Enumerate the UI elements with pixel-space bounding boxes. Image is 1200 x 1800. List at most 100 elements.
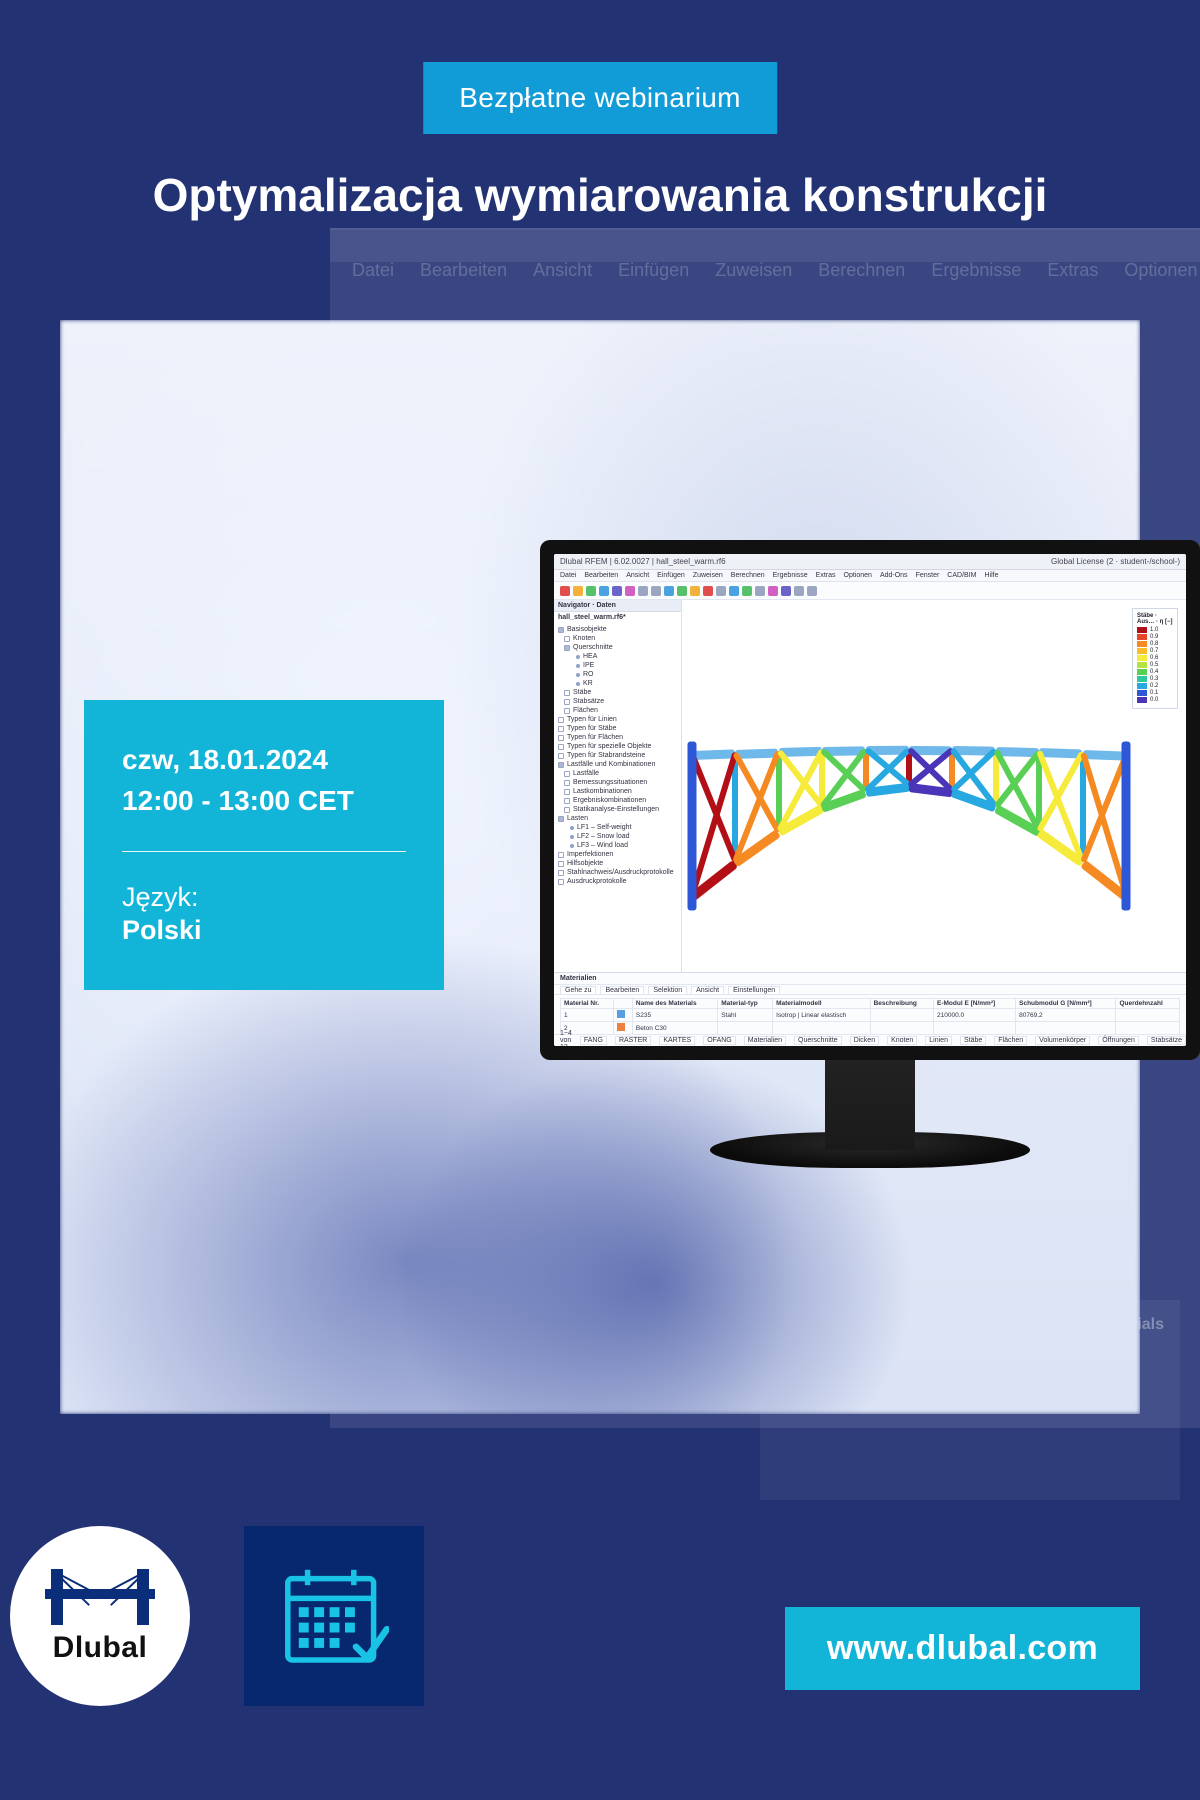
toolbar-icon[interactable] [573, 586, 583, 596]
app-menu-item[interactable]: Einfügen [657, 572, 685, 579]
table-cell [1016, 1022, 1116, 1035]
nav-tree-item[interactable]: Knoten [558, 634, 681, 643]
nav-tree-item[interactable]: Querschnitte [558, 643, 681, 652]
toolbar-icon[interactable] [612, 586, 622, 596]
nav-tree-item[interactable]: RO [558, 670, 681, 679]
toolbar-icon[interactable] [664, 586, 674, 596]
toolbar-icon[interactable] [703, 586, 713, 596]
nav-tree-item[interactable]: Ergebniskombinationen [558, 796, 681, 805]
table-row[interactable]: 2Beton C30 [561, 1022, 1180, 1035]
footer-tab[interactable]: Querschnitte [794, 1036, 842, 1045]
toolbar-icon[interactable] [690, 586, 700, 596]
tree-bullet-icon [564, 807, 570, 813]
truss-model [692, 670, 1126, 932]
app-bottom-panel: Materialien Gehe zu Bearbeiten Selektion An… [554, 972, 1186, 1046]
material-swatch-icon [617, 1010, 625, 1018]
app-menu-item[interactable]: Datei [560, 572, 576, 579]
toolbar-icon[interactable] [560, 586, 570, 596]
toolbar-icon[interactable] [586, 586, 596, 596]
app-menu-item[interactable]: Optionen [844, 572, 872, 579]
footer-tab[interactable]: Öffnungen [1098, 1036, 1139, 1045]
nav-tree-item[interactable]: HEA [558, 652, 681, 661]
toolbar-icon[interactable] [651, 586, 661, 596]
toolbar-icon[interactable] [742, 586, 752, 596]
nav-tree-label: Basisobjekte [567, 626, 607, 633]
footer-tab[interactable]: KARTES [659, 1036, 695, 1045]
footer-tab[interactable]: Linien [925, 1036, 952, 1045]
nav-tree-item[interactable]: Typen für Stabrandsteine [558, 751, 681, 760]
nav-tree-item[interactable]: Imperfektionen [558, 850, 681, 859]
nav-tree-item[interactable]: Typen für Linien [558, 715, 681, 724]
nav-tree-item[interactable]: KR [558, 679, 681, 688]
legend-value: 0.2 [1150, 683, 1158, 689]
toolbar-icon[interactable] [716, 586, 726, 596]
app-menu-item[interactable]: Add-Ons [880, 572, 908, 579]
app-menu-item[interactable]: Zuweisen [693, 572, 723, 579]
bottom-toolbar-item[interactable]: Bearbeiten [600, 986, 644, 994]
bottom-toolbar-item[interactable]: Selektion [648, 986, 687, 994]
nav-tree-item[interactable]: LF3 – Wind load [558, 841, 681, 850]
app-menu-item[interactable]: Ergebnisse [773, 572, 808, 579]
toolbar-icon[interactable] [807, 586, 817, 596]
footer-tab[interactable]: Stabsätze [1147, 1036, 1186, 1045]
footer-tab[interactable]: Flächen [994, 1036, 1027, 1045]
footer-tab[interactable]: FANG [580, 1036, 607, 1045]
footer-tab[interactable]: Dicken [850, 1036, 879, 1045]
footer-tab[interactable]: OFANG [703, 1036, 736, 1045]
app-menu-item[interactable]: Fenster [916, 572, 940, 579]
app-menu-item[interactable]: CAD/BIM [947, 572, 976, 579]
toolbar-icon[interactable] [781, 586, 791, 596]
bottom-toolbar-item[interactable]: Einstellungen [728, 986, 780, 994]
footer-tab[interactable]: Volumenkörper [1035, 1036, 1090, 1045]
nav-tree-item[interactable]: Flächen [558, 706, 681, 715]
legend-value: 0.7 [1150, 648, 1158, 654]
legend-value: 0.3 [1150, 676, 1158, 682]
app-menu-item[interactable]: Ansicht [626, 572, 649, 579]
nav-tree-item[interactable]: LF2 – Snow load [558, 832, 681, 841]
nav-tree-item[interactable]: Ausdruckprotokolle [558, 877, 681, 886]
nav-tree-item[interactable]: Typen für Stäbe [558, 724, 681, 733]
toolbar-icon[interactable] [794, 586, 804, 596]
toolbar-icon[interactable] [768, 586, 778, 596]
nav-tree-item[interactable]: Hilfsobjekte [558, 859, 681, 868]
toolbar-icon[interactable] [599, 586, 609, 596]
toolbar-icon[interactable] [677, 586, 687, 596]
nav-tree-item[interactable]: Lastkombinationen [558, 787, 681, 796]
nav-tree-item[interactable]: LF1 – Self-weight [558, 823, 681, 832]
nav-tree-label: Lastfälle [573, 770, 599, 777]
app-menu-item[interactable]: Extras [816, 572, 836, 579]
footer-tab[interactable]: Knoten [887, 1036, 917, 1045]
footer-tab[interactable]: Materialien [744, 1036, 786, 1045]
footer-tab[interactable]: RASTER [615, 1036, 651, 1045]
toolbar-icon[interactable] [625, 586, 635, 596]
bg-faint-menu-item: Bearbeiten [420, 260, 507, 281]
nav-tree-item[interactable]: Stahlnachweis/Ausdruckprotokolle [558, 868, 681, 877]
nav-tree-item[interactable]: Lastfälle und Kombinationen [558, 760, 681, 769]
toolbar-icon[interactable] [729, 586, 739, 596]
toolbar-icon[interactable] [638, 586, 648, 596]
nav-tree-item[interactable]: Typen für Flächen [558, 733, 681, 742]
app-menu-item[interactable]: Hilfe [984, 572, 998, 579]
nav-tree-item[interactable]: Basisobjekte [558, 625, 681, 634]
nav-tree-item[interactable]: Lasten [558, 814, 681, 823]
brand-url[interactable]: www.dlubal.com [785, 1607, 1140, 1690]
app-menu-item[interactable]: Bearbeiten [584, 572, 618, 579]
nav-tree-item[interactable]: Stäbe [558, 688, 681, 697]
bg-faint-menu-item: Einfügen [618, 260, 689, 281]
nav-tree-item[interactable]: IPE [558, 661, 681, 670]
nav-tree-item[interactable]: Lastfälle [558, 769, 681, 778]
nav-tree-item[interactable]: Statikanalyse-Einstellungen [558, 805, 681, 814]
app-menu-item[interactable]: Berechnen [731, 572, 765, 579]
nav-tree-item[interactable]: Typen für spezielle Objekte [558, 742, 681, 751]
toolbar-icon[interactable] [755, 586, 765, 596]
table-cell [718, 1022, 773, 1035]
nav-tree-item[interactable]: Stabsätze [558, 697, 681, 706]
bottom-toolbar-item[interactable]: Ansicht [691, 986, 724, 994]
nav-tree-item[interactable]: Bemessungssituationen [558, 778, 681, 787]
table-row[interactable]: 1S235StahlIsotrop | Linear elastisch2100… [561, 1009, 1180, 1022]
nav-tree-label: LF1 – Self-weight [577, 824, 631, 831]
table-cell: Beton C30 [632, 1022, 717, 1035]
footer-tab[interactable]: Stäbe [960, 1036, 986, 1045]
app-license-text: Global License (2 · student-/school-) [1051, 557, 1180, 566]
bottom-toolbar-item[interactable]: Gehe zu [560, 986, 596, 994]
